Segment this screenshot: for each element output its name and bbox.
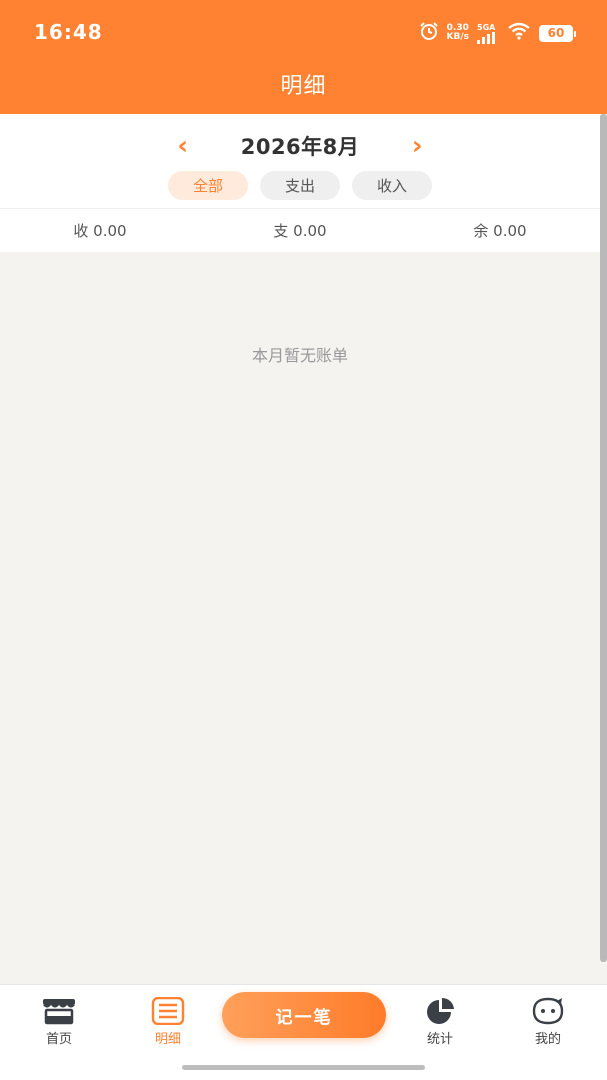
- month-summary: 收 0.00 支 0.00 余 0.00: [0, 208, 600, 252]
- income-total: 收 0.00: [73, 222, 127, 240]
- status-time: 16:48: [34, 20, 103, 44]
- tab-detail-label: 明细: [154, 1032, 181, 1047]
- header-bar: 16:48 0.30 KB/s 5GA 60 明细: [0, 0, 607, 114]
- tab-mine[interactable]: 我的: [508, 997, 588, 1049]
- tab-mine-label: 我的: [534, 1032, 561, 1047]
- record-button[interactable]: 记一笔: [222, 992, 386, 1038]
- next-month-button[interactable]: ›: [397, 128, 437, 164]
- alarm-icon: [419, 21, 439, 45]
- filter-income[interactable]: 收入: [352, 171, 432, 200]
- page-title: 明细: [280, 74, 327, 99]
- list-icon: [150, 997, 186, 1025]
- tab-home-label: 首页: [45, 1032, 72, 1047]
- filter-expense[interactable]: 支出: [260, 171, 340, 200]
- status-icons: 0.30 KB/s 5GA 60: [419, 20, 576, 46]
- expense-total: 支 0.00: [273, 222, 327, 240]
- tab-home[interactable]: 首页: [19, 997, 99, 1049]
- type-filter: 全部 支出 收入: [0, 171, 600, 201]
- scrollbar[interactable]: [600, 114, 607, 962]
- filter-card: ‹ 2026年8月 › 全部 支出 收入: [0, 114, 600, 208]
- status-bar: 16:48 0.30 KB/s 5GA 60: [0, 0, 607, 64]
- pie-chart-icon: [422, 997, 458, 1025]
- tab-detail[interactable]: 明细: [128, 997, 208, 1049]
- month-selector: ‹ 2026年8月 ›: [0, 128, 600, 164]
- signal-icon: 5GA: [477, 23, 499, 44]
- filter-all[interactable]: 全部: [168, 171, 248, 200]
- prev-month-button[interactable]: ‹: [163, 128, 203, 164]
- face-icon: [530, 997, 566, 1025]
- month-label[interactable]: 2026年8月: [241, 131, 360, 161]
- tab-stats-label: 统计: [426, 1032, 453, 1047]
- battery-icon: 60: [539, 24, 576, 42]
- balance-total: 余 0.00: [473, 222, 527, 240]
- empty-state-text: 本月暂无账单: [251, 346, 348, 365]
- wifi-icon: [507, 22, 531, 44]
- store-icon: [41, 997, 77, 1025]
- tab-stats[interactable]: 统计: [400, 997, 480, 1049]
- home-indicator[interactable]: [182, 1065, 425, 1070]
- net-speed: 0.30 KB/s: [446, 23, 469, 42]
